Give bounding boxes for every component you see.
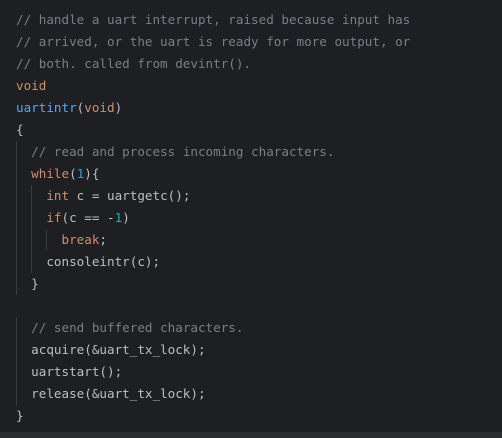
code-line[interactable]: release(&uart_tx_lock); <box>16 383 410 405</box>
code-token: ; <box>99 232 108 247</box>
code-token: while <box>31 166 70 181</box>
code-token: ) <box>122 210 130 225</box>
code-line[interactable]: uartintr(void) <box>16 97 410 119</box>
code-line[interactable]: // both. called from devintr(). <box>16 53 410 75</box>
indent-guide <box>16 207 17 229</box>
code-token: release(&uart_tx_lock); <box>16 386 206 401</box>
code-token: c = uartgetc(); <box>69 188 191 203</box>
code-line[interactable] <box>16 295 410 317</box>
code-token: (c == - <box>61 210 115 225</box>
editor-bottom-edge <box>0 432 502 438</box>
code-token: void <box>16 78 47 93</box>
code-line[interactable]: // arrived, or the uart is ready for mor… <box>16 31 410 53</box>
code-line[interactable]: // read and process incoming characters. <box>16 141 410 163</box>
indent-guide <box>16 229 17 251</box>
indent-guide <box>16 251 17 273</box>
code-token: } <box>16 408 24 423</box>
code-line[interactable]: acquire(&uart_tx_lock); <box>16 339 410 361</box>
code-token: void <box>84 100 115 115</box>
code-line[interactable]: if(c == -1) <box>16 207 410 229</box>
code-line[interactable]: break; <box>16 229 410 251</box>
indent-guide <box>16 383 17 405</box>
code-token: ( <box>69 166 77 181</box>
indent-guide <box>16 273 17 295</box>
code-token: if <box>46 210 62 225</box>
code-line[interactable]: } <box>16 405 410 427</box>
code-token: } <box>16 276 39 291</box>
code-token: break <box>61 232 100 247</box>
code-line[interactable]: uartstart(); <box>16 361 410 383</box>
code-token: // arrived, or the uart is ready for mor… <box>16 34 411 49</box>
code-line[interactable]: consoleintr(c); <box>16 251 410 273</box>
code-token: consoleintr(c); <box>16 254 161 269</box>
indent-guide <box>31 207 33 229</box>
indent-guide <box>16 141 17 163</box>
code-editor[interactable]: // handle a uart interrupt, raised becau… <box>0 0 502 438</box>
indent-guide <box>16 185 17 207</box>
code-token: acquire(&uart_tx_lock); <box>16 342 206 357</box>
code-token: uartstart(); <box>16 364 123 379</box>
code-line[interactable]: void <box>16 75 410 97</box>
code-token: { <box>16 122 24 137</box>
indent-guide <box>31 251 33 273</box>
indent-guide <box>16 317 17 339</box>
code-line[interactable]: // send buffered characters. <box>16 317 410 339</box>
code-token: uartintr <box>16 100 77 115</box>
indent-guide <box>46 229 48 251</box>
code-token: // handle a uart interrupt, raised becau… <box>16 12 411 27</box>
code-token: // send buffered characters. <box>31 320 244 335</box>
code-line[interactable]: { <box>16 119 410 141</box>
code-line[interactable]: // handle a uart interrupt, raised becau… <box>16 9 410 31</box>
code-token: // read and process incoming characters. <box>31 144 335 159</box>
code-line[interactable]: int c = uartgetc(); <box>16 185 410 207</box>
code-lines: // handle a uart interrupt, raised becau… <box>16 9 410 427</box>
code-token: int <box>46 188 70 203</box>
indent-guide <box>31 229 33 251</box>
code-token: ) <box>114 100 123 115</box>
indent-guide <box>16 163 17 185</box>
indent-guide <box>16 361 17 383</box>
code-token: // both. called from devintr(). <box>16 56 252 71</box>
indent-guide <box>31 185 33 207</box>
code-token: ){ <box>84 166 100 181</box>
code-line[interactable]: } <box>16 273 410 295</box>
indent-guide <box>16 339 17 361</box>
code-line[interactable]: while(1){ <box>16 163 410 185</box>
